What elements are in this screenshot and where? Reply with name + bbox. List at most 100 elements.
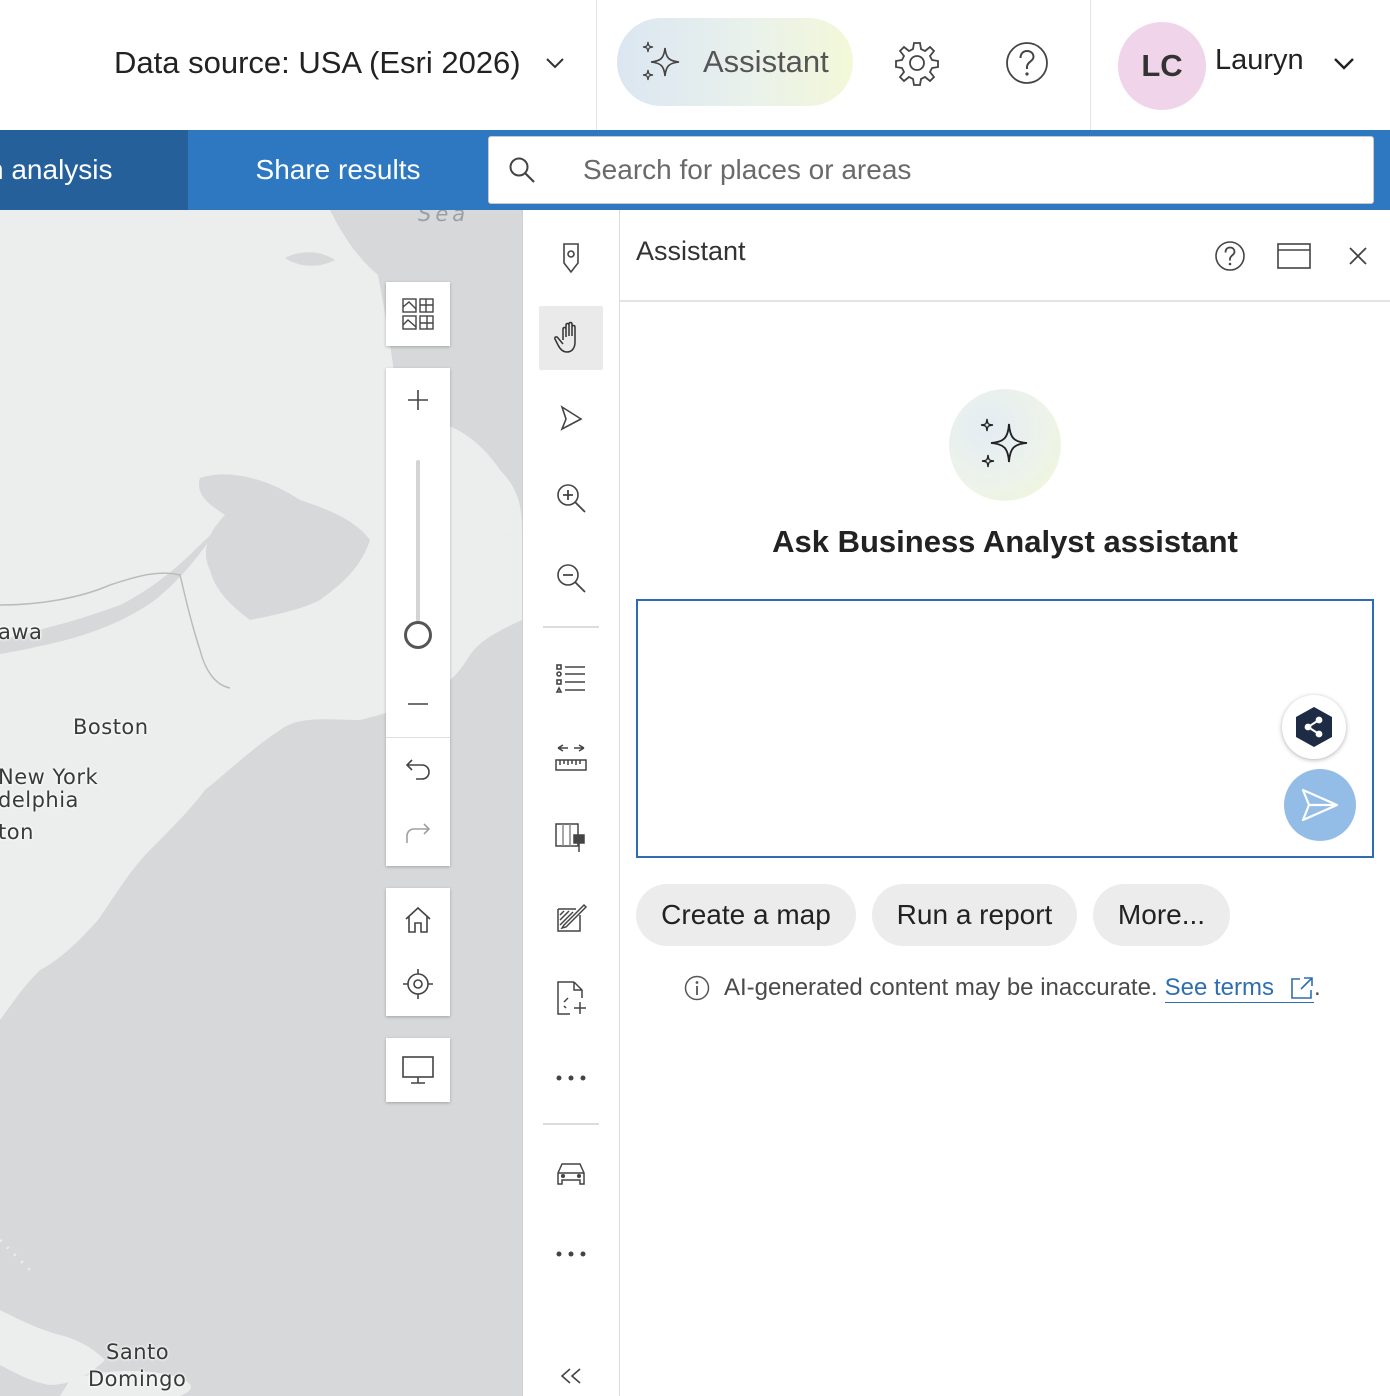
zoom-slider-thumb[interactable] bbox=[404, 621, 432, 649]
home-button[interactable] bbox=[386, 888, 450, 952]
prompt-box bbox=[636, 599, 1374, 858]
tool-more[interactable] bbox=[539, 1046, 603, 1110]
tool-select[interactable] bbox=[539, 386, 603, 450]
panel-title: Assistant bbox=[636, 236, 746, 266]
assistant-logo bbox=[949, 389, 1061, 501]
tool-strip bbox=[522, 210, 620, 1396]
zoom-out-button[interactable] bbox=[386, 672, 450, 736]
panel-help-button[interactable] bbox=[1210, 236, 1250, 276]
map-label-santo: Santo bbox=[106, 1340, 170, 1364]
locate-button[interactable] bbox=[386, 952, 450, 1016]
assistant-panel: Assistant Ask Business Analyst assistant bbox=[620, 210, 1390, 1396]
map-label-domingo: Domingo bbox=[88, 1367, 187, 1391]
select-icon bbox=[560, 405, 583, 431]
basemap-gallery-button[interactable] bbox=[386, 282, 450, 346]
layer-style-icon bbox=[555, 823, 585, 852]
info-icon bbox=[684, 975, 710, 1001]
sparkle-icon bbox=[980, 418, 1028, 468]
tab-analysis-label: n analysis bbox=[0, 154, 113, 185]
assistant-heading: Ask Business Analyst assistant bbox=[772, 524, 1238, 559]
share-hexagon-icon bbox=[1296, 707, 1332, 747]
panel-dock-button[interactable] bbox=[1274, 236, 1314, 276]
fullscreen-button[interactable] bbox=[386, 1038, 450, 1102]
map-label-sea: Sea bbox=[418, 210, 470, 226]
add-data-icon bbox=[557, 981, 586, 1015]
map-view[interactable]: Sea awa Boston New York delphia ton Sant… bbox=[0, 210, 522, 1396]
gear-icon[interactable] bbox=[894, 40, 940, 86]
extension-button[interactable] bbox=[1282, 695, 1346, 759]
data-source-selector[interactable]: Data source: USA (Esri 2026) bbox=[114, 40, 567, 86]
basemap-gallery-icon bbox=[402, 298, 434, 330]
tool-zoom-out[interactable] bbox=[539, 546, 603, 610]
collapse-icon bbox=[560, 1368, 581, 1384]
chevron-down-icon bbox=[545, 58, 564, 69]
zoom-slider[interactable] bbox=[416, 460, 420, 636]
disclaimer: AI-generated content may be inaccurate. … bbox=[684, 970, 1321, 1006]
help-icon[interactable] bbox=[1004, 40, 1050, 86]
avatar-initials: LC bbox=[1141, 48, 1183, 83]
app-header: Data source: USA (Esri 2026) Assistant L… bbox=[0, 0, 1390, 130]
tool-pin[interactable] bbox=[539, 226, 603, 290]
tool-zoom-in[interactable] bbox=[539, 466, 603, 530]
home-icon bbox=[405, 906, 431, 933]
monitor-icon bbox=[402, 1056, 434, 1084]
zoom-in-button[interactable] bbox=[386, 368, 450, 432]
pan-icon bbox=[554, 321, 576, 353]
measure-icon bbox=[555, 744, 587, 771]
minus-icon bbox=[408, 703, 428, 705]
navigation-control bbox=[386, 888, 450, 1016]
send-button[interactable] bbox=[1284, 769, 1356, 841]
tool-drive-time[interactable] bbox=[539, 1142, 603, 1206]
disclaimer-text: AI-generated content may be inaccurate. bbox=[724, 974, 1158, 1001]
map-label-philadelphia: delphia bbox=[0, 788, 79, 812]
help-icon bbox=[1215, 241, 1245, 271]
sparkle-icon bbox=[642, 41, 680, 81]
header-divider bbox=[596, 0, 597, 130]
search-input[interactable] bbox=[581, 153, 1321, 187]
map-label-washington: ton bbox=[0, 820, 34, 844]
tool-layer-style[interactable] bbox=[539, 806, 603, 870]
sketch-icon bbox=[557, 903, 588, 932]
header-divider bbox=[1090, 0, 1091, 130]
locate-icon bbox=[403, 969, 433, 999]
undo-button[interactable] bbox=[386, 738, 450, 802]
redo-icon bbox=[406, 823, 431, 843]
assistant-button[interactable]: Assistant bbox=[617, 18, 853, 106]
chip-run-report[interactable]: Run a report bbox=[872, 884, 1077, 946]
tool-legend[interactable] bbox=[539, 646, 603, 710]
tab-analysis[interactable]: n analysis bbox=[0, 130, 188, 210]
tool-divider bbox=[543, 626, 599, 628]
tool-collapse[interactable] bbox=[539, 1356, 603, 1396]
fullscreen-control bbox=[386, 1038, 450, 1102]
search-box[interactable] bbox=[488, 136, 1374, 204]
undo-icon bbox=[405, 759, 430, 780]
user-name[interactable]: Lauryn bbox=[1215, 44, 1304, 77]
basemap-gallery-control bbox=[386, 282, 450, 346]
nav-bar: n analysis Share results bbox=[0, 130, 1390, 210]
prompt-input[interactable] bbox=[638, 601, 1372, 856]
redo-button[interactable] bbox=[386, 802, 450, 866]
tool-sketch[interactable] bbox=[539, 886, 603, 950]
chevron-down-icon[interactable] bbox=[1330, 50, 1358, 78]
chip-more[interactable]: More... bbox=[1093, 884, 1230, 946]
external-link-icon bbox=[1291, 976, 1313, 999]
tool-pan[interactable] bbox=[539, 306, 603, 370]
more-icon bbox=[556, 1251, 586, 1257]
tab-share-results[interactable]: Share results bbox=[188, 130, 488, 210]
tool-add-data[interactable] bbox=[539, 966, 603, 1030]
disclaimer-suffix: . bbox=[1313, 974, 1321, 1001]
zoom-control bbox=[386, 368, 450, 866]
plus-icon bbox=[408, 390, 428, 410]
send-icon bbox=[1301, 788, 1339, 822]
legend-list-icon bbox=[555, 664, 585, 693]
map-label-boston: Boston bbox=[73, 715, 149, 739]
avatar[interactable]: LC bbox=[1118, 22, 1206, 110]
tool-more-2[interactable] bbox=[539, 1222, 603, 1286]
zoom-out-icon bbox=[557, 564, 586, 593]
see-terms-link[interactable]: See terms bbox=[1164, 974, 1314, 1003]
panel-header: Assistant bbox=[620, 210, 1390, 302]
panel-close-button[interactable] bbox=[1338, 236, 1378, 276]
assistant-button-label: Assistant bbox=[703, 44, 829, 79]
tool-measure[interactable] bbox=[539, 726, 603, 790]
chip-create-map[interactable]: Create a map bbox=[636, 884, 856, 946]
